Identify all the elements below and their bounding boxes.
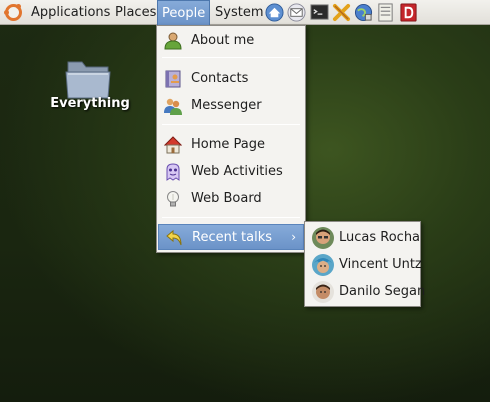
messenger-icon [164,98,182,115]
home-icon [164,136,182,154]
avatar [312,281,334,303]
menu-separator [162,124,300,125]
menu-separator [162,57,300,58]
menu-item-contacts[interactable]: Contacts [158,66,304,92]
menu-item-label: Home Page [191,137,265,152]
address-book-icon [165,70,181,88]
lightbulb-icon [167,191,179,207]
tools-icon[interactable] [332,3,351,22]
reply-arrow-icon [166,229,182,246]
notes-icon[interactable] [376,3,395,22]
desktop-icon-label: Everything [50,96,130,111]
menu-item-recent-talks[interactable]: Recent talks › [158,224,304,250]
menu-item-about-me[interactable]: About me [158,28,304,54]
contact-name: Danilo Segan [339,284,426,299]
menu-separator [162,217,300,218]
terminal-icon[interactable] [310,3,329,22]
menu-item-label: Web Board [191,191,262,206]
menu-item-web-board[interactable]: Web Board [158,186,304,212]
contact-item-vincent-untz[interactable]: Vincent Untz [306,251,422,278]
activities-icon [166,163,180,181]
menu-item-label: Contacts [191,71,249,86]
contact-name: Vincent Untz [339,257,422,272]
menu-people[interactable]: People [157,0,211,25]
contact-item-danilo-segan[interactable]: Danilo Segan [306,278,425,305]
avatar [312,227,334,249]
menu-item-home-page[interactable]: Home Page [158,132,304,158]
menu-places[interactable]: Places [111,0,160,25]
people-menu: About me Contacts Messenger Home Page We… [156,25,306,253]
menu-item-label: Web Activities [191,164,283,179]
menu-item-label: About me [191,33,255,48]
globe-icon[interactable] [354,3,373,22]
menu-system[interactable]: System [211,0,267,25]
recent-talks-submenu: Lucas Rocha Vincent Untz Danilo Segan [304,221,425,307]
menu-item-web-activities[interactable]: Web Activities [158,159,304,185]
avatar [312,254,334,276]
ubuntu-logo-icon[interactable] [4,4,22,21]
submenu-arrow-icon: › [291,230,296,244]
home-browser-icon[interactable] [265,3,284,22]
person-icon [164,32,182,50]
contact-name: Lucas Rocha [339,230,421,245]
menu-item-messenger[interactable]: Messenger [158,93,304,119]
menu-applications[interactable]: Applications [27,0,114,25]
contact-item-lucas-rocha[interactable]: Lucas Rocha [306,224,421,251]
menu-item-label: Recent talks [192,230,273,245]
mail-icon[interactable] [287,3,306,22]
top-panel: Applications Places People System [0,0,490,25]
menu-item-label: Messenger [191,98,262,113]
dictionary-icon[interactable] [399,3,418,22]
